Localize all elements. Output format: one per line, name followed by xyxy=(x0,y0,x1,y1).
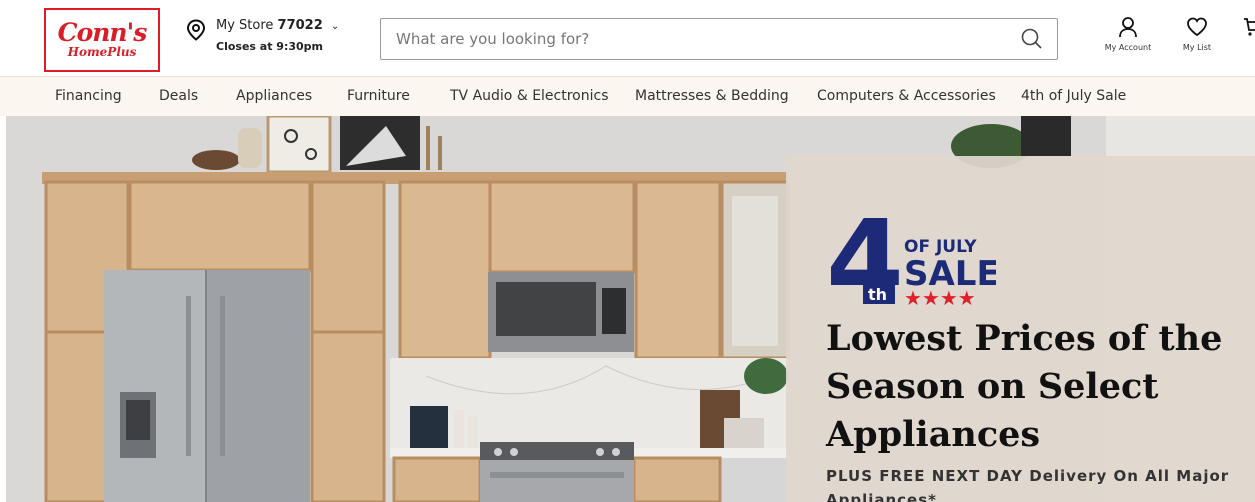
nav-item-furniture[interactable]: Furniture xyxy=(347,88,410,104)
search-input[interactable] xyxy=(381,20,1001,58)
nav-item-deals[interactable]: Deals xyxy=(159,88,198,104)
nav-item-financing[interactable]: Financing xyxy=(55,88,122,104)
promo-heading: Lowest Prices of the Season on Select Ap… xyxy=(826,318,1223,455)
nav-item-tv-audio-electronics[interactable]: TV Audio & Electronics xyxy=(450,88,609,104)
logo-subtitle: HomePlus xyxy=(67,45,137,59)
nav-item-mattresses-bedding[interactable]: Mattresses & Bedding xyxy=(635,88,789,104)
my-account-button[interactable]: My Account xyxy=(1098,16,1158,52)
promo-subtext: PLUS FREE NEXT DAY Delivery On All Major… xyxy=(826,467,1230,502)
search-bar xyxy=(380,18,1058,60)
header: Conn's HomePlus My Store 77022 ⌄ Closes … xyxy=(0,0,1255,76)
4th-of-july-sale-badge: 4 th OF JULY SALE ★★★★ xyxy=(826,208,996,308)
cart-button[interactable] xyxy=(1242,16,1255,56)
hero-banner[interactable]: 4 th OF JULY SALE ★★★★ Lowest Prices of … xyxy=(6,116,1255,502)
store-hours: Closes at 9:30pm xyxy=(216,40,323,53)
user-icon xyxy=(1119,17,1137,38)
search-icon[interactable] xyxy=(1021,28,1043,50)
store-number: 77022 xyxy=(277,18,323,33)
main-nav: Financing Deals Appliances Furniture TV … xyxy=(0,76,1255,116)
nav-item-appliances[interactable]: Appliances xyxy=(236,88,312,104)
heart-icon xyxy=(1187,17,1207,37)
my-account-label: My Account xyxy=(1104,43,1152,52)
location-pin-icon xyxy=(186,19,206,41)
store-label: My Store xyxy=(216,18,274,33)
store-selector[interactable]: My Store 77022 ⌄ Closes at 9:30pm xyxy=(186,18,339,58)
cart-icon xyxy=(1244,18,1255,36)
logo-wordmark: Conn's xyxy=(57,18,148,47)
nav-item-4th-of-july-sale[interactable]: 4th of July Sale xyxy=(1021,88,1126,104)
my-list-label: My List xyxy=(1182,43,1212,52)
promo-panel[interactable]: 4 th OF JULY SALE ★★★★ Lowest Prices of … xyxy=(786,156,1255,502)
badge-suffix: th xyxy=(868,285,887,304)
conns-logo[interactable]: Conn's HomePlus xyxy=(44,8,160,72)
stars-icon: ★★★★ xyxy=(904,286,976,308)
chevron-down-icon: ⌄ xyxy=(330,21,340,32)
nav-item-computers-accessories[interactable]: Computers & Accessories xyxy=(817,88,996,104)
my-list-button[interactable]: My List xyxy=(1167,16,1227,52)
